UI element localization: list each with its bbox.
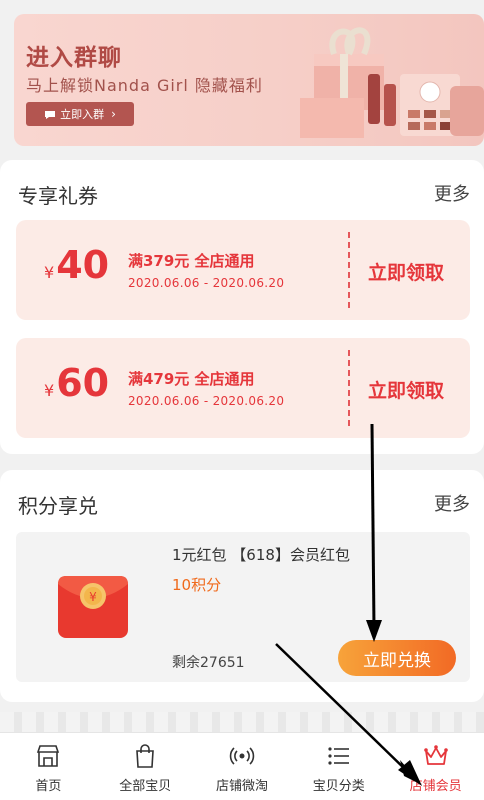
item-points-cost: 10积分 — [172, 576, 222, 594]
tab-label: 首页 — [35, 779, 62, 794]
tab-home[interactable]: 首页 — [0, 733, 97, 800]
coupon-card: ¥ 40 满379元 全店通用 2020.06.06 - 2020.06.20 … — [16, 220, 470, 320]
shopping-bag-icon — [136, 744, 155, 768]
content-preview-strip — [0, 712, 484, 734]
points-redeem-section: 积分享兑 更多 ¥ 1元红包 【618】会员红包 10积分 剩余27651 立即… — [0, 470, 484, 702]
coupon-validity: 2020.06.06 - 2020.06.20 — [128, 276, 285, 290]
section-title: 专享礼券 — [18, 184, 98, 208]
claim-coupon-button[interactable]: 立即领取 — [368, 258, 444, 285]
red-envelope-icon: ¥ — [58, 576, 128, 638]
coupon-value: 40 — [56, 243, 110, 287]
coupon-value: 60 — [56, 361, 110, 405]
tab-store-feed[interactable]: 店铺微淘 — [194, 733, 291, 800]
tab-label: 店铺会员 — [409, 779, 462, 794]
coupon-card: ¥ 60 满479元 全店通用 2020.06.06 - 2020.06.20 … — [16, 338, 470, 438]
section-title: 积分享兑 — [18, 494, 98, 518]
join-group-button[interactable]: 立即入群 › — [26, 102, 134, 126]
banner-title: 进入群聊 — [26, 45, 122, 71]
redeem-button[interactable]: 立即兑换 — [338, 640, 456, 676]
coupon-amount: ¥ 60 — [44, 364, 109, 402]
currency-symbol: ¥ — [44, 263, 55, 282]
exclusive-coupons-section: 专享礼券 更多 ¥ 40 满379元 全店通用 2020.06.06 - 202… — [0, 160, 484, 454]
coupon-validity: 2020.06.06 - 2020.06.20 — [128, 394, 285, 408]
claim-coupon-button[interactable]: 立即领取 — [368, 376, 444, 403]
join-group-label: 立即入群 — [60, 108, 105, 121]
group-chat-icon — [45, 110, 56, 119]
tab-categories[interactable]: 宝贝分类 — [290, 733, 387, 800]
banner-subtitle: 马上解锁Nanda Girl 隐藏福利 — [26, 76, 263, 95]
more-link[interactable]: 更多 — [434, 180, 470, 206]
coupon-amount: ¥ 40 — [44, 246, 109, 284]
tab-label: 宝贝分类 — [312, 779, 365, 794]
bottom-tab-bar: 首页 全部宝贝 店铺微淘 宝贝分类 店铺会员 — [0, 732, 484, 800]
item-remaining-stock: 剩余27651 — [172, 655, 245, 671]
currency-symbol: ¥ — [44, 381, 55, 400]
tab-label: 店铺微淘 — [215, 779, 268, 794]
crown-icon — [423, 745, 448, 765]
group-chat-banner[interactable]: 进入群聊 马上解锁Nanda Girl 隐藏福利 立即入群 › — [14, 14, 484, 146]
coupon-divider — [348, 232, 350, 308]
redeem-item-card[interactable]: ¥ 1元红包 【618】会员红包 10积分 剩余27651 立即兑换 — [16, 532, 470, 682]
more-link[interactable]: 更多 — [434, 490, 470, 516]
tab-store-membership[interactable]: 店铺会员 — [387, 733, 484, 800]
svg-text:¥: ¥ — [89, 590, 97, 604]
coupon-divider — [348, 350, 350, 426]
chevron-right-icon: › — [111, 107, 116, 121]
gift-boxes-illustration — [300, 27, 484, 138]
item-title: 1元红包 【618】会员红包 — [172, 546, 350, 564]
store-icon — [37, 745, 60, 767]
tab-label: 全部宝贝 — [119, 779, 172, 794]
list-icon — [328, 747, 349, 765]
tab-all-items[interactable]: 全部宝贝 — [97, 733, 194, 800]
coupon-condition: 满479元 全店通用 — [128, 370, 255, 388]
broadcast-icon — [229, 747, 255, 765]
coupon-condition: 满379元 全店通用 — [128, 252, 255, 270]
